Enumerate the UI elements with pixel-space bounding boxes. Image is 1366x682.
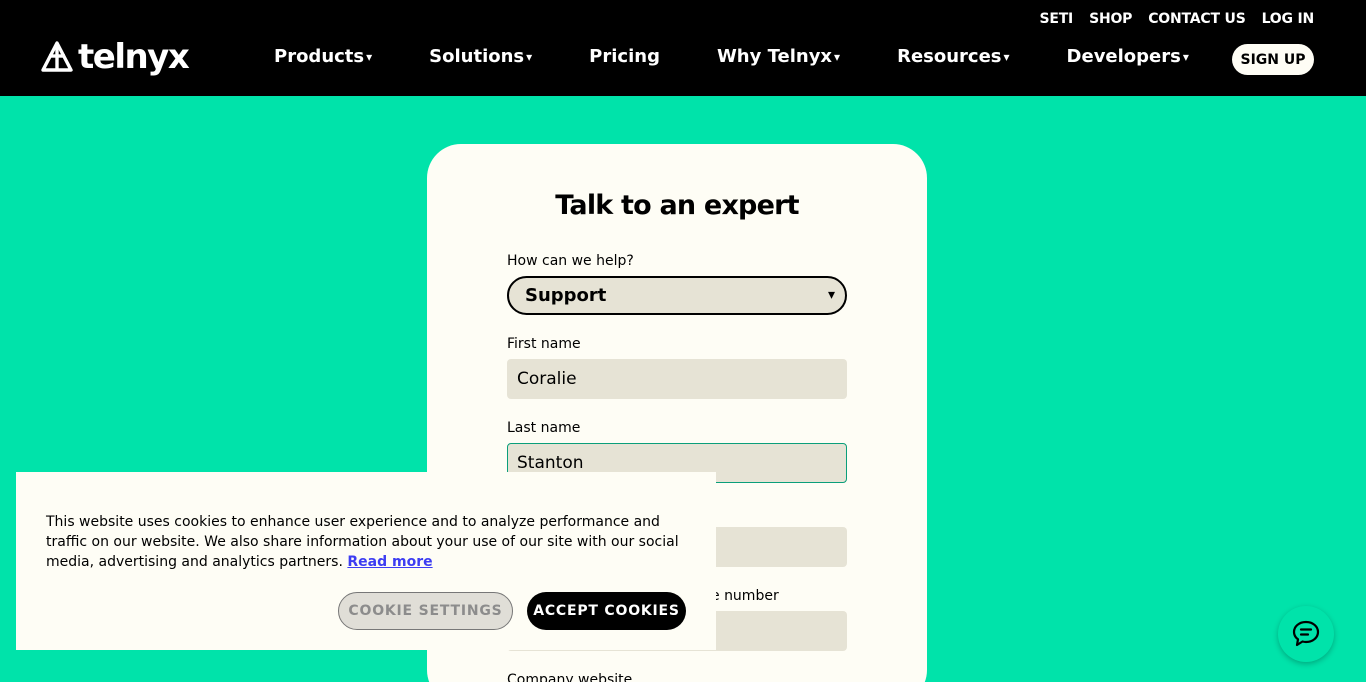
phone-label: e number	[711, 588, 779, 604]
company-website-label: Company website	[507, 672, 633, 682]
utility-link-seti[interactable]: SETI	[1039, 11, 1073, 27]
utility-link-contact-us[interactable]: CONTACT US	[1148, 11, 1246, 27]
chevron-down-icon: ▾	[834, 49, 841, 64]
help-label: How can we help?	[507, 253, 634, 269]
utility-nav: SETI SHOP CONTACT US LOG IN	[1039, 11, 1314, 27]
first-name-label: First name	[507, 336, 581, 352]
read-more-link[interactable]: Read more	[347, 554, 432, 570]
chat-icon	[1292, 620, 1320, 647]
telnyx-logo-icon	[41, 41, 73, 72]
chevron-down-icon: ▾	[1003, 49, 1010, 64]
chevron-down-icon: ▾	[827, 287, 835, 303]
first-name-value: Coralie	[517, 369, 577, 389]
nav-item-label: Products	[274, 46, 365, 67]
chevron-down-icon: ▾	[1182, 49, 1189, 64]
telnyx-logo[interactable]: telnyx	[40, 37, 190, 77]
help-select-value: Support	[525, 285, 607, 306]
site-header: telnyx SETI SHOP CONTACT US LOG IN Produ…	[0, 0, 1366, 96]
chevron-down-icon: ▾	[526, 49, 533, 64]
nav-item-label: Why Telnyx	[716, 46, 833, 67]
nav-item-pricing[interactable]: Pricing	[589, 46, 660, 67]
nav-item-resources[interactable]: Resources ▾	[897, 46, 1009, 67]
nav-item-label: Solutions	[429, 46, 525, 67]
cookie-banner: This website uses cookies to enhance use…	[16, 472, 716, 650]
logo-text: telnyx	[78, 37, 190, 77]
main-nav: Products ▾ Solutions ▾ Pricing Why Telnyx ▾…	[274, 46, 1189, 67]
nav-item-label: Pricing	[589, 46, 660, 67]
sign-up-button[interactable]: SIGN UP	[1232, 44, 1314, 75]
nav-item-solutions[interactable]: Solutions ▾	[429, 46, 532, 67]
chevron-down-icon: ▾	[366, 49, 373, 64]
nav-item-developers[interactable]: Developers ▾	[1067, 46, 1189, 67]
nav-item-why-telnyx[interactable]: Why Telnyx ▾	[717, 46, 840, 67]
help-select[interactable]: Support ▾	[507, 276, 847, 315]
utility-link-log-in[interactable]: LOG IN	[1262, 11, 1315, 27]
nav-item-label: Resources	[897, 46, 1002, 67]
utility-link-shop[interactable]: SHOP	[1089, 11, 1132, 27]
nav-item-label: Developers	[1066, 46, 1181, 67]
last-name-label: Last name	[507, 420, 581, 436]
cookie-settings-button[interactable]: COOKIE SETTINGS	[338, 592, 513, 630]
chat-widget-button[interactable]	[1278, 606, 1334, 662]
last-name-value: Stanton	[517, 453, 584, 473]
nav-item-products[interactable]: Products ▾	[274, 46, 372, 67]
first-name-field[interactable]: Coralie	[507, 359, 847, 399]
form-title: Talk to an expert	[555, 190, 799, 221]
cookie-message: This website uses cookies to enhance use…	[46, 512, 696, 572]
accept-cookies-button[interactable]: ACCEPT COOKIES	[527, 592, 686, 630]
